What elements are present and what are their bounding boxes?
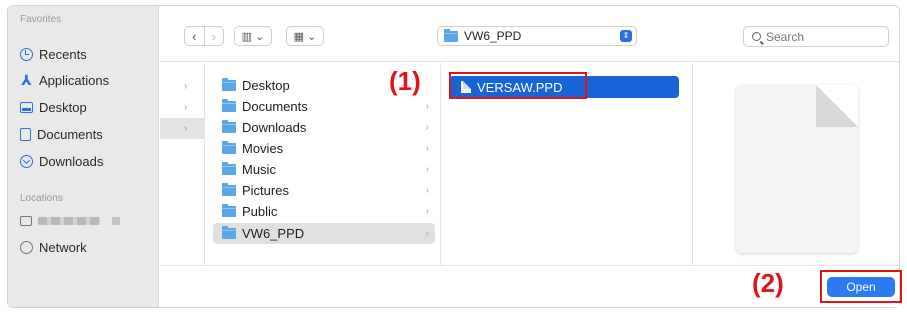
folder-icon (222, 183, 236, 196)
sidebar-item-applications[interactable]: ⅄ Applications (20, 69, 109, 91)
col1-row[interactable]: › (160, 76, 204, 97)
desktop-icon (20, 101, 33, 113)
group-by-button[interactable]: ▦ ⌄ (286, 26, 324, 46)
list-item-movies[interactable]: Movies › (213, 138, 435, 159)
file-preview (736, 85, 858, 253)
chevron-right-icon: › (425, 101, 429, 112)
favorites-heading: Favorites (20, 14, 62, 25)
sidebar-item-downloads[interactable]: Downloads (20, 150, 103, 172)
sidebar-item-label: Recents (39, 46, 87, 62)
chevron-right-icon: › (425, 122, 429, 133)
redacted-disk-suffix (112, 217, 120, 225)
list-item-vw6-ppd[interactable]: VW6_PPD › (213, 223, 435, 244)
folder-icon (222, 204, 236, 217)
folder-icon (222, 226, 236, 239)
list-item-downloads[interactable]: Downloads › (213, 117, 435, 138)
globe-icon (20, 240, 33, 254)
forward-button[interactable]: › (203, 27, 224, 45)
list-item-label: Downloads (242, 120, 307, 135)
search-icon (752, 32, 761, 41)
sidebar-item-desktop[interactable]: Desktop (20, 96, 87, 118)
path-popup[interactable]: VW6_PPD ⇕ (437, 26, 637, 46)
folder-icon (222, 162, 236, 175)
highlight-box-file (449, 72, 587, 99)
path-label: VW6_PPD (464, 29, 522, 43)
list-item-pictures[interactable]: Pictures › (213, 180, 435, 201)
col1-row-selected[interactable]: › (160, 118, 204, 139)
page-fold-icon (816, 85, 858, 127)
locations-heading: Locations (20, 193, 63, 204)
chevron-right-icon: › (425, 164, 429, 175)
list-item-music[interactable]: Music › (213, 159, 435, 180)
folder-icon (444, 28, 458, 42)
sidebar-item-disk[interactable] (20, 210, 120, 232)
sidebar: Favorites Recents ⅄ Applications Desktop… (8, 6, 159, 307)
folder-icon (222, 120, 236, 133)
list-item-label: Public (242, 204, 278, 219)
search-input[interactable] (766, 29, 876, 44)
folder-icon (222, 78, 236, 91)
chevron-right-icon: › (425, 228, 429, 239)
sidebar-item-label: Applications (39, 72, 110, 88)
callout-step-1: (1) (389, 66, 421, 96)
view-mode-button[interactable]: ▥ ⌄ (234, 26, 272, 46)
back-button[interactable]: ‹ (185, 27, 204, 45)
column-parent: › › › (160, 63, 205, 265)
chevron-right-icon: › (425, 143, 429, 154)
folder-icon (222, 141, 236, 154)
toolbar: ‹ › ▥ ⌄ ▦ ⌄ VW6_PPD ⇕ (160, 6, 899, 62)
list-item-label: Documents (242, 99, 308, 114)
clock-icon (20, 47, 33, 61)
list-item-label: Music (242, 162, 276, 177)
download-icon (20, 154, 33, 168)
list-item-documents[interactable]: Documents › (213, 96, 435, 117)
callout-step-2: (2) (752, 268, 784, 298)
disk-icon (20, 216, 32, 226)
chevron-right-icon: › (425, 206, 429, 217)
document-icon (20, 127, 31, 141)
sidebar-item-label: Documents (37, 126, 103, 142)
sidebar-item-label: Downloads (39, 153, 104, 169)
sidebar-item-label: Desktop (39, 99, 87, 115)
list-item-label: Movies (242, 141, 284, 156)
search-field[interactable] (743, 26, 889, 47)
list-item-label: Desktop (242, 78, 290, 93)
open-button[interactable]: Open (827, 277, 895, 297)
sidebar-item-network[interactable]: Network (20, 236, 87, 258)
bottom-bar (160, 265, 899, 307)
applications-icon: ⅄ (21, 71, 32, 88)
chevron-updown-icon: ⇕ (620, 30, 632, 42)
sidebar-item-recents[interactable]: Recents (20, 43, 87, 65)
list-item-public[interactable]: Public › (213, 201, 435, 222)
sidebar-item-documents[interactable]: Documents (20, 123, 103, 145)
col1-row[interactable]: › (160, 97, 204, 118)
sidebar-item-label: Network (39, 239, 87, 255)
back-forward-group: ‹ › (184, 26, 224, 46)
folder-icon (222, 99, 236, 112)
list-item-label: VW6_PPD (242, 226, 305, 241)
list-item-label: Pictures (242, 183, 289, 198)
chevron-right-icon: › (425, 185, 429, 196)
redacted-disk-name (38, 217, 100, 225)
